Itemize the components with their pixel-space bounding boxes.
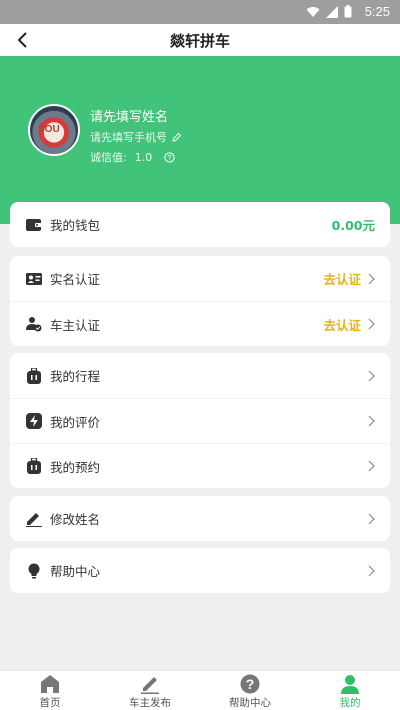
chevron-right-icon bbox=[367, 318, 375, 330]
user-name[interactable]: 请先填写姓名 bbox=[90, 106, 168, 125]
help-circle-icon[interactable]: ? bbox=[164, 151, 175, 163]
wallet-row[interactable]: 我的钱包 0.00元 bbox=[10, 202, 390, 247]
wallet-card: 我的钱包 0.00元 bbox=[10, 202, 390, 247]
my-trips-label: 我的行程 bbox=[50, 369, 101, 384]
question-icon: ? bbox=[240, 674, 260, 693]
status-bar: 5:25 bbox=[0, 0, 400, 24]
credit-row: 诚信值: 1.0 ? bbox=[90, 149, 175, 165]
wallet-balance: 0.00元 bbox=[331, 218, 375, 233]
tab-mine-label: 我的 bbox=[339, 696, 361, 709]
lightbulb-icon bbox=[26, 563, 42, 579]
chevron-right-icon bbox=[367, 513, 375, 525]
id-card-icon bbox=[26, 271, 42, 287]
lightning-badge-icon bbox=[26, 413, 42, 429]
signal-icon bbox=[326, 5, 338, 18]
battery-icon bbox=[344, 5, 352, 18]
real-name-verify-action: 去认证 bbox=[323, 272, 361, 287]
profile-header: ŠOU 请先填写姓名 请先填写手机号 诚信值: 1.0 ? bbox=[0, 56, 400, 224]
real-name-verify-label: 实名认证 bbox=[50, 272, 101, 287]
help-center-label: 帮助中心 bbox=[50, 564, 101, 579]
chevron-right-icon bbox=[367, 273, 375, 285]
driver-verify-action: 去认证 bbox=[323, 317, 361, 333]
pencil-icon bbox=[141, 676, 159, 694]
page-title: 燚轩拼车 bbox=[169, 32, 230, 50]
avatar-badge-logo: ŠOU bbox=[38, 124, 60, 135]
luggage-icon bbox=[26, 367, 42, 384]
chevron-right-icon bbox=[367, 370, 375, 382]
chevron-right-icon bbox=[367, 415, 375, 427]
chevron-right-icon bbox=[367, 565, 375, 577]
chevron-right-icon bbox=[367, 460, 375, 472]
help-card: 帮助中心 bbox=[10, 548, 390, 593]
my-trips-row[interactable]: 我的行程 bbox=[10, 353, 390, 398]
bottom-tab-bar: 首页 车主发布 ? 帮助中心 我的 bbox=[0, 670, 400, 710]
tab-driver-post[interactable]: 车主发布 bbox=[100, 671, 200, 710]
wallet-label: 我的钱包 bbox=[50, 218, 101, 233]
tab-home-label: 首页 bbox=[39, 696, 61, 709]
my-bookings-row[interactable]: 我的预约 bbox=[10, 443, 390, 488]
credit-label: 诚信值: bbox=[90, 151, 127, 164]
tab-help-center-label: 帮助中心 bbox=[229, 696, 271, 709]
pencil-icon bbox=[26, 511, 42, 527]
driver-verify-label: 车主认证 bbox=[50, 317, 101, 333]
wallet-icon bbox=[26, 217, 42, 233]
verification-card: 实名认证 去认证 车主认证 去认证 bbox=[10, 256, 390, 346]
avatar[interactable]: ŠOU bbox=[28, 104, 80, 156]
wifi-icon bbox=[306, 6, 320, 17]
edit-name-label: 修改姓名 bbox=[50, 512, 101, 527]
edit-name-row[interactable]: 修改姓名 bbox=[10, 496, 390, 541]
my-bookings-label: 我的预约 bbox=[50, 459, 101, 475]
tab-help-center[interactable]: ? 帮助中心 bbox=[200, 671, 300, 710]
status-time: 5:25 bbox=[364, 4, 390, 19]
tab-mine[interactable]: 我的 bbox=[300, 671, 400, 710]
home-icon bbox=[41, 674, 59, 693]
my-reviews-row[interactable]: 我的评价 bbox=[10, 398, 390, 443]
activity-card: 我的行程 我的评价 我的预约 bbox=[10, 353, 390, 488]
tab-driver-post-label: 车主发布 bbox=[129, 696, 171, 709]
luggage-icon bbox=[26, 458, 42, 474]
driver-verify-icon bbox=[26, 316, 42, 332]
driver-verify-row[interactable]: 车主认证 去认证 bbox=[10, 301, 390, 346]
user-phone-row[interactable]: 请先填写手机号 bbox=[90, 129, 182, 145]
edit-pencil-icon[interactable] bbox=[172, 132, 182, 142]
tab-home[interactable]: 首页 bbox=[0, 671, 100, 710]
svg-text:?: ? bbox=[168, 155, 172, 162]
person-icon bbox=[341, 674, 359, 694]
user-phone: 请先填写手机号 bbox=[90, 131, 167, 144]
help-center-row[interactable]: 帮助中心 bbox=[10, 548, 390, 593]
svg-text:?: ? bbox=[246, 676, 255, 692]
real-name-verify-row[interactable]: 实名认证 去认证 bbox=[10, 256, 390, 301]
nav-bar: 燚轩拼车 bbox=[0, 24, 400, 56]
edit-name-card: 修改姓名 bbox=[10, 496, 390, 541]
credit-value: 1.0 bbox=[134, 150, 153, 164]
status-icons bbox=[306, 5, 352, 18]
my-reviews-label: 我的评价 bbox=[50, 414, 101, 430]
